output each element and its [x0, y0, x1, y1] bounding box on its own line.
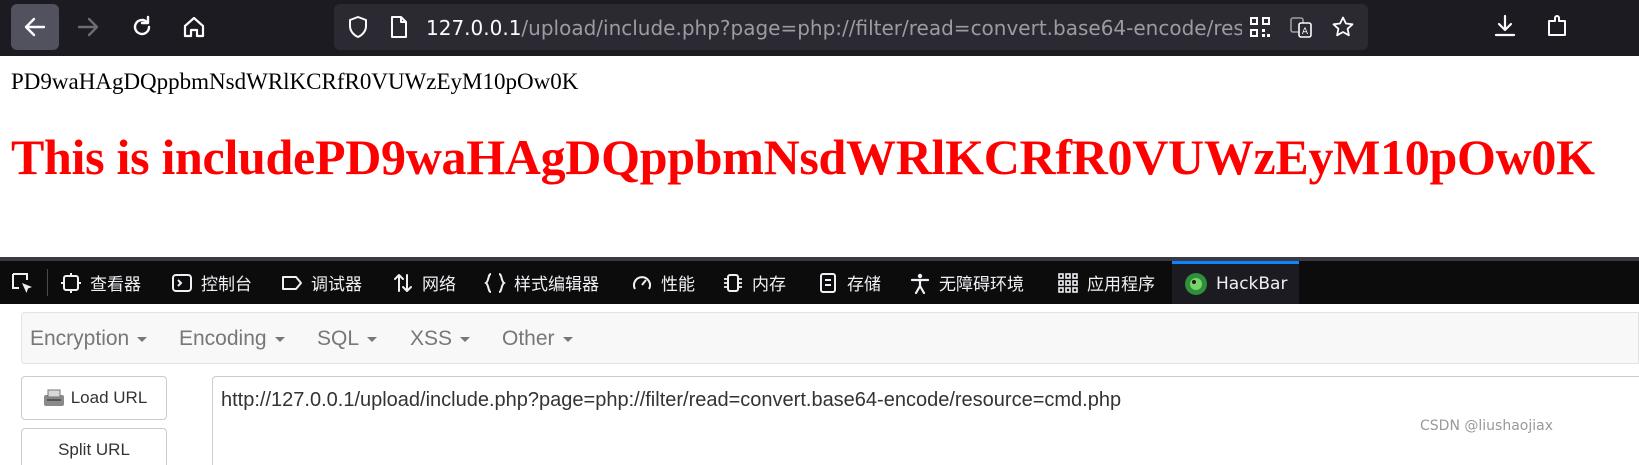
menu-label: Encryption	[30, 327, 130, 350]
tab-memory[interactable]: 内存	[722, 261, 786, 304]
load-url-label: Load URL	[70, 388, 148, 407]
tab-storage[interactable]: 存储	[817, 261, 881, 304]
browser-toolbar: 127.0.0.1/upload/include.php?page=php://…	[0, 0, 1639, 56]
url-path: /upload/include.php?page=php://filter/re…	[521, 16, 1242, 40]
split-url-label: Split URL	[58, 440, 130, 459]
menu-encoding[interactable]: Encoding	[179, 327, 285, 351]
caret-down-icon	[137, 336, 148, 342]
svg-text:A: A	[1302, 27, 1309, 37]
menu-sql[interactable]: SQL	[317, 327, 378, 351]
tab-label: 内存	[752, 275, 786, 295]
back-button[interactable]	[11, 4, 59, 50]
tab-accessibility[interactable]: 无障碍环境	[909, 261, 1024, 304]
element-picker-icon[interactable]	[10, 271, 36, 297]
hackbar-icon	[1185, 273, 1207, 295]
console-icon	[172, 273, 192, 292]
menu-label: Encoding	[179, 327, 267, 350]
url-textarea-value: http://127.0.0.1/upload/include.php?page…	[221, 389, 1122, 411]
tab-console[interactable]: 控制台	[171, 261, 252, 304]
forward-button[interactable]	[64, 4, 112, 50]
reload-icon	[133, 15, 151, 36]
hackbar-panel: Encryption Encoding SQL XSS Other Load U…	[0, 304, 1639, 465]
tab-label: 性能	[661, 275, 695, 295]
tab-performance[interactable]: 性能	[631, 261, 695, 304]
url-bar[interactable]: 127.0.0.1/upload/include.php?page=php://…	[334, 4, 1368, 50]
download-icon[interactable]	[1492, 13, 1518, 39]
menu-label: Other	[502, 327, 555, 350]
menu-other[interactable]: Other	[502, 327, 573, 351]
shield-icon[interactable]	[346, 15, 370, 39]
load-url-icon	[43, 389, 64, 406]
translate-icon[interactable]: A	[1289, 15, 1313, 39]
performance-icon	[633, 275, 651, 289]
tab-label: 存储	[847, 275, 881, 295]
tab-inspector[interactable]: 查看器	[60, 261, 141, 304]
devtools-tab-bar: 查看器 控制台 调试器 网络 样式编辑器 性能 内存 存储 无障碍环境 应用程序…	[0, 261, 1639, 304]
arrow-right-icon	[77, 17, 99, 37]
tab-label: 无障碍环境	[939, 275, 1024, 295]
hackbar-menu: Encryption Encoding SQL XSS Other	[21, 312, 1639, 364]
url-host: 127.0.0.1	[426, 16, 522, 40]
tab-divider	[47, 269, 48, 296]
menu-label: SQL	[317, 327, 360, 350]
accessibility-icon	[910, 273, 930, 294]
split-url-button[interactable]: Split URL	[21, 428, 167, 465]
tab-style-editor[interactable]: 样式编辑器	[484, 261, 599, 304]
inspector-icon	[61, 272, 81, 293]
load-url-button[interactable]: Load URL	[21, 376, 167, 420]
qr-code-icon[interactable]	[1248, 15, 1272, 39]
tab-label: 应用程序	[1087, 275, 1155, 295]
tab-label: 网络	[422, 275, 456, 295]
extensions-icon[interactable]	[1544, 13, 1570, 39]
watermark: CSDN @liushaojiax	[1420, 418, 1553, 434]
menu-label: XSS	[410, 327, 453, 350]
encoded-text: PD9waHAgDQppbmNsdWRlKCRfR0VUWzEyM10pOw0K	[11, 69, 579, 94]
caret-down-icon	[562, 336, 573, 342]
reload-button[interactable]	[118, 4, 166, 50]
tab-label: 查看器	[90, 275, 141, 295]
tab-label: HackBar	[1216, 274, 1288, 294]
debugger-icon	[282, 275, 302, 290]
url-text[interactable]: 127.0.0.1/upload/include.php?page=php://…	[426, 16, 1242, 42]
home-icon	[183, 16, 205, 38]
include-heading: This is includePD9waHAgDQppbmNsdWRlKCRfR…	[11, 129, 1595, 185]
tab-network[interactable]: 网络	[392, 261, 456, 304]
style-editor-icon	[484, 272, 506, 293]
page-icon[interactable]	[387, 15, 411, 39]
tab-label: 调试器	[311, 275, 362, 295]
menu-xss[interactable]: XSS	[410, 327, 471, 351]
arrow-left-icon	[24, 17, 46, 37]
tab-label: 控制台	[201, 275, 252, 295]
caret-down-icon	[460, 336, 471, 342]
memory-icon	[724, 273, 742, 292]
storage-icon	[820, 272, 836, 293]
tab-hackbar[interactable]: HackBar	[1172, 261, 1300, 304]
tab-label: 样式编辑器	[514, 275, 599, 295]
home-button[interactable]	[170, 4, 218, 50]
tab-debugger[interactable]: 调试器	[281, 261, 362, 304]
application-icon	[1058, 272, 1078, 293]
bookmark-star-icon[interactable]	[1331, 15, 1355, 39]
caret-down-icon	[367, 336, 378, 342]
tab-application[interactable]: 应用程序	[1057, 261, 1155, 304]
caret-down-icon	[274, 336, 285, 342]
menu-encryption[interactable]: Encryption	[30, 327, 148, 351]
network-icon	[394, 273, 412, 292]
